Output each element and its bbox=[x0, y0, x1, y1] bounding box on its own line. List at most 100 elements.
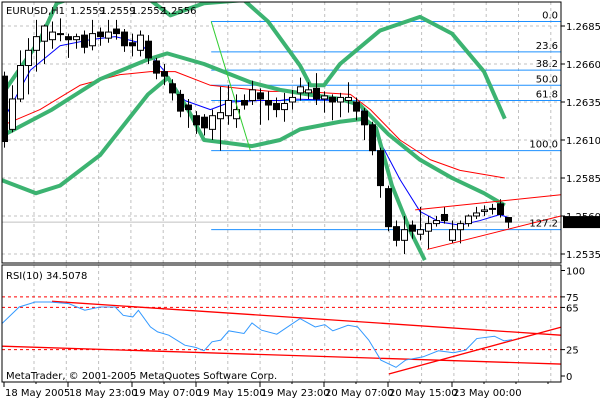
candle-body bbox=[153, 60, 160, 74]
candle bbox=[73, 33, 80, 49]
ma-slow-line bbox=[3, 71, 505, 179]
candle bbox=[369, 121, 376, 156]
ohlc-value: 1.2556 bbox=[162, 6, 197, 17]
candle-body bbox=[137, 34, 144, 51]
candle-body bbox=[113, 28, 120, 35]
candle bbox=[177, 89, 184, 118]
candle-body bbox=[201, 116, 208, 129]
symbol-timeframe-label: EURUSD,H1 bbox=[6, 6, 65, 17]
candle-body bbox=[249, 89, 256, 101]
time-axis-label: 20 May 15:00 bbox=[389, 388, 458, 399]
candle-body bbox=[257, 92, 264, 100]
candle-body bbox=[441, 213, 448, 222]
band-middle-line bbox=[2, 51, 506, 208]
candle-body bbox=[241, 99, 248, 106]
candle-body bbox=[105, 31, 112, 39]
candle-body bbox=[73, 36, 80, 41]
rsi-axis-label: 100 bbox=[566, 267, 585, 278]
metatrader-chart: 0.0 23.6 38.2 50.0 61.8 100.0 127.2 EURUSD,H1 1.… bbox=[1, 1, 600, 399]
candle-body bbox=[433, 220, 440, 225]
rsi-line bbox=[2, 301, 513, 368]
candle-body bbox=[57, 33, 64, 36]
price-axis-label: 1.2535 bbox=[566, 250, 600, 261]
candle-body bbox=[121, 31, 128, 47]
candle-body bbox=[33, 36, 40, 51]
candle-body bbox=[89, 33, 96, 47]
candle-body bbox=[25, 49, 32, 67]
candle-body bbox=[177, 93, 184, 112]
rsi-axis-label: 75 bbox=[566, 293, 579, 304]
main-panel bbox=[2, 2, 561, 263]
candle bbox=[257, 88, 264, 125]
candle-body bbox=[145, 40, 152, 59]
rsi-trend-rising bbox=[388, 326, 561, 375]
candle-body bbox=[489, 207, 496, 210]
candle bbox=[385, 185, 392, 232]
candle-body bbox=[193, 115, 200, 126]
price-axis-label: 1.2685 bbox=[566, 22, 600, 33]
candle bbox=[433, 216, 440, 227]
candle-body bbox=[17, 65, 24, 100]
candle-body bbox=[265, 99, 272, 106]
candle-body bbox=[457, 223, 464, 231]
candle bbox=[489, 203, 496, 215]
candle-body bbox=[81, 34, 88, 48]
candle-body bbox=[481, 209, 488, 212]
candle bbox=[425, 216, 432, 250]
candle bbox=[209, 109, 216, 140]
candle bbox=[265, 91, 272, 121]
candle-body bbox=[321, 95, 328, 100]
candle bbox=[89, 19, 96, 51]
candle bbox=[441, 206, 448, 224]
candle bbox=[417, 206, 424, 241]
candle-body bbox=[353, 101, 360, 112]
fibonacci-level-label: 50.0 bbox=[536, 74, 558, 85]
candle bbox=[505, 217, 512, 229]
candle-body bbox=[185, 104, 192, 111]
candle bbox=[473, 206, 480, 220]
candle-body bbox=[225, 99, 232, 117]
fibonacci-level-label: 0.0 bbox=[542, 10, 558, 21]
candle-body bbox=[449, 229, 456, 241]
candle-body bbox=[297, 86, 304, 94]
candle-body bbox=[361, 110, 368, 126]
candle bbox=[121, 29, 128, 52]
candle-body bbox=[465, 215, 472, 225]
time-axis-label: 20 May 07:00 bbox=[325, 388, 394, 399]
candle bbox=[361, 108, 368, 140]
ma-fast-line bbox=[3, 36, 509, 226]
candle bbox=[297, 77, 304, 101]
candle-body bbox=[305, 89, 312, 94]
candle-body bbox=[129, 42, 136, 47]
time-axis-label: 18 May 23:00 bbox=[69, 388, 138, 399]
candle-body bbox=[385, 188, 392, 228]
candle-body bbox=[473, 212, 480, 217]
copyright-label: MetaTrader, © 2001-2005 MetaQuotes Softw… bbox=[6, 371, 277, 382]
rsi-trend-lower bbox=[2, 345, 561, 365]
candle-body bbox=[313, 87, 320, 100]
candle-body bbox=[401, 229, 408, 241]
candle bbox=[17, 50, 24, 102]
candle bbox=[105, 19, 112, 43]
candle bbox=[57, 18, 64, 42]
fibonacci-level-label: 100.0 bbox=[529, 140, 558, 151]
candle bbox=[457, 220, 464, 244]
candle-body bbox=[369, 124, 376, 152]
candle bbox=[41, 24, 48, 64]
time-axis-label: 18 May 2005 bbox=[5, 388, 70, 399]
candle-body bbox=[161, 71, 168, 77]
rsi-axis-label: 25 bbox=[566, 346, 579, 357]
candle-body bbox=[273, 103, 280, 111]
candle-body bbox=[217, 112, 224, 120]
candle bbox=[377, 147, 384, 198]
fibonacci-level-label: 127.2 bbox=[529, 219, 558, 230]
price-axis-label: 1.2660 bbox=[566, 60, 600, 71]
time-axis-label: 23 May 00:00 bbox=[453, 388, 522, 399]
candle-body bbox=[345, 96, 352, 101]
candle bbox=[153, 57, 160, 80]
fibonacci-level-label: 61.8 bbox=[536, 89, 558, 100]
candle bbox=[201, 114, 208, 136]
candle-body bbox=[329, 96, 336, 103]
candle bbox=[25, 38, 32, 95]
candle-body bbox=[377, 150, 384, 187]
